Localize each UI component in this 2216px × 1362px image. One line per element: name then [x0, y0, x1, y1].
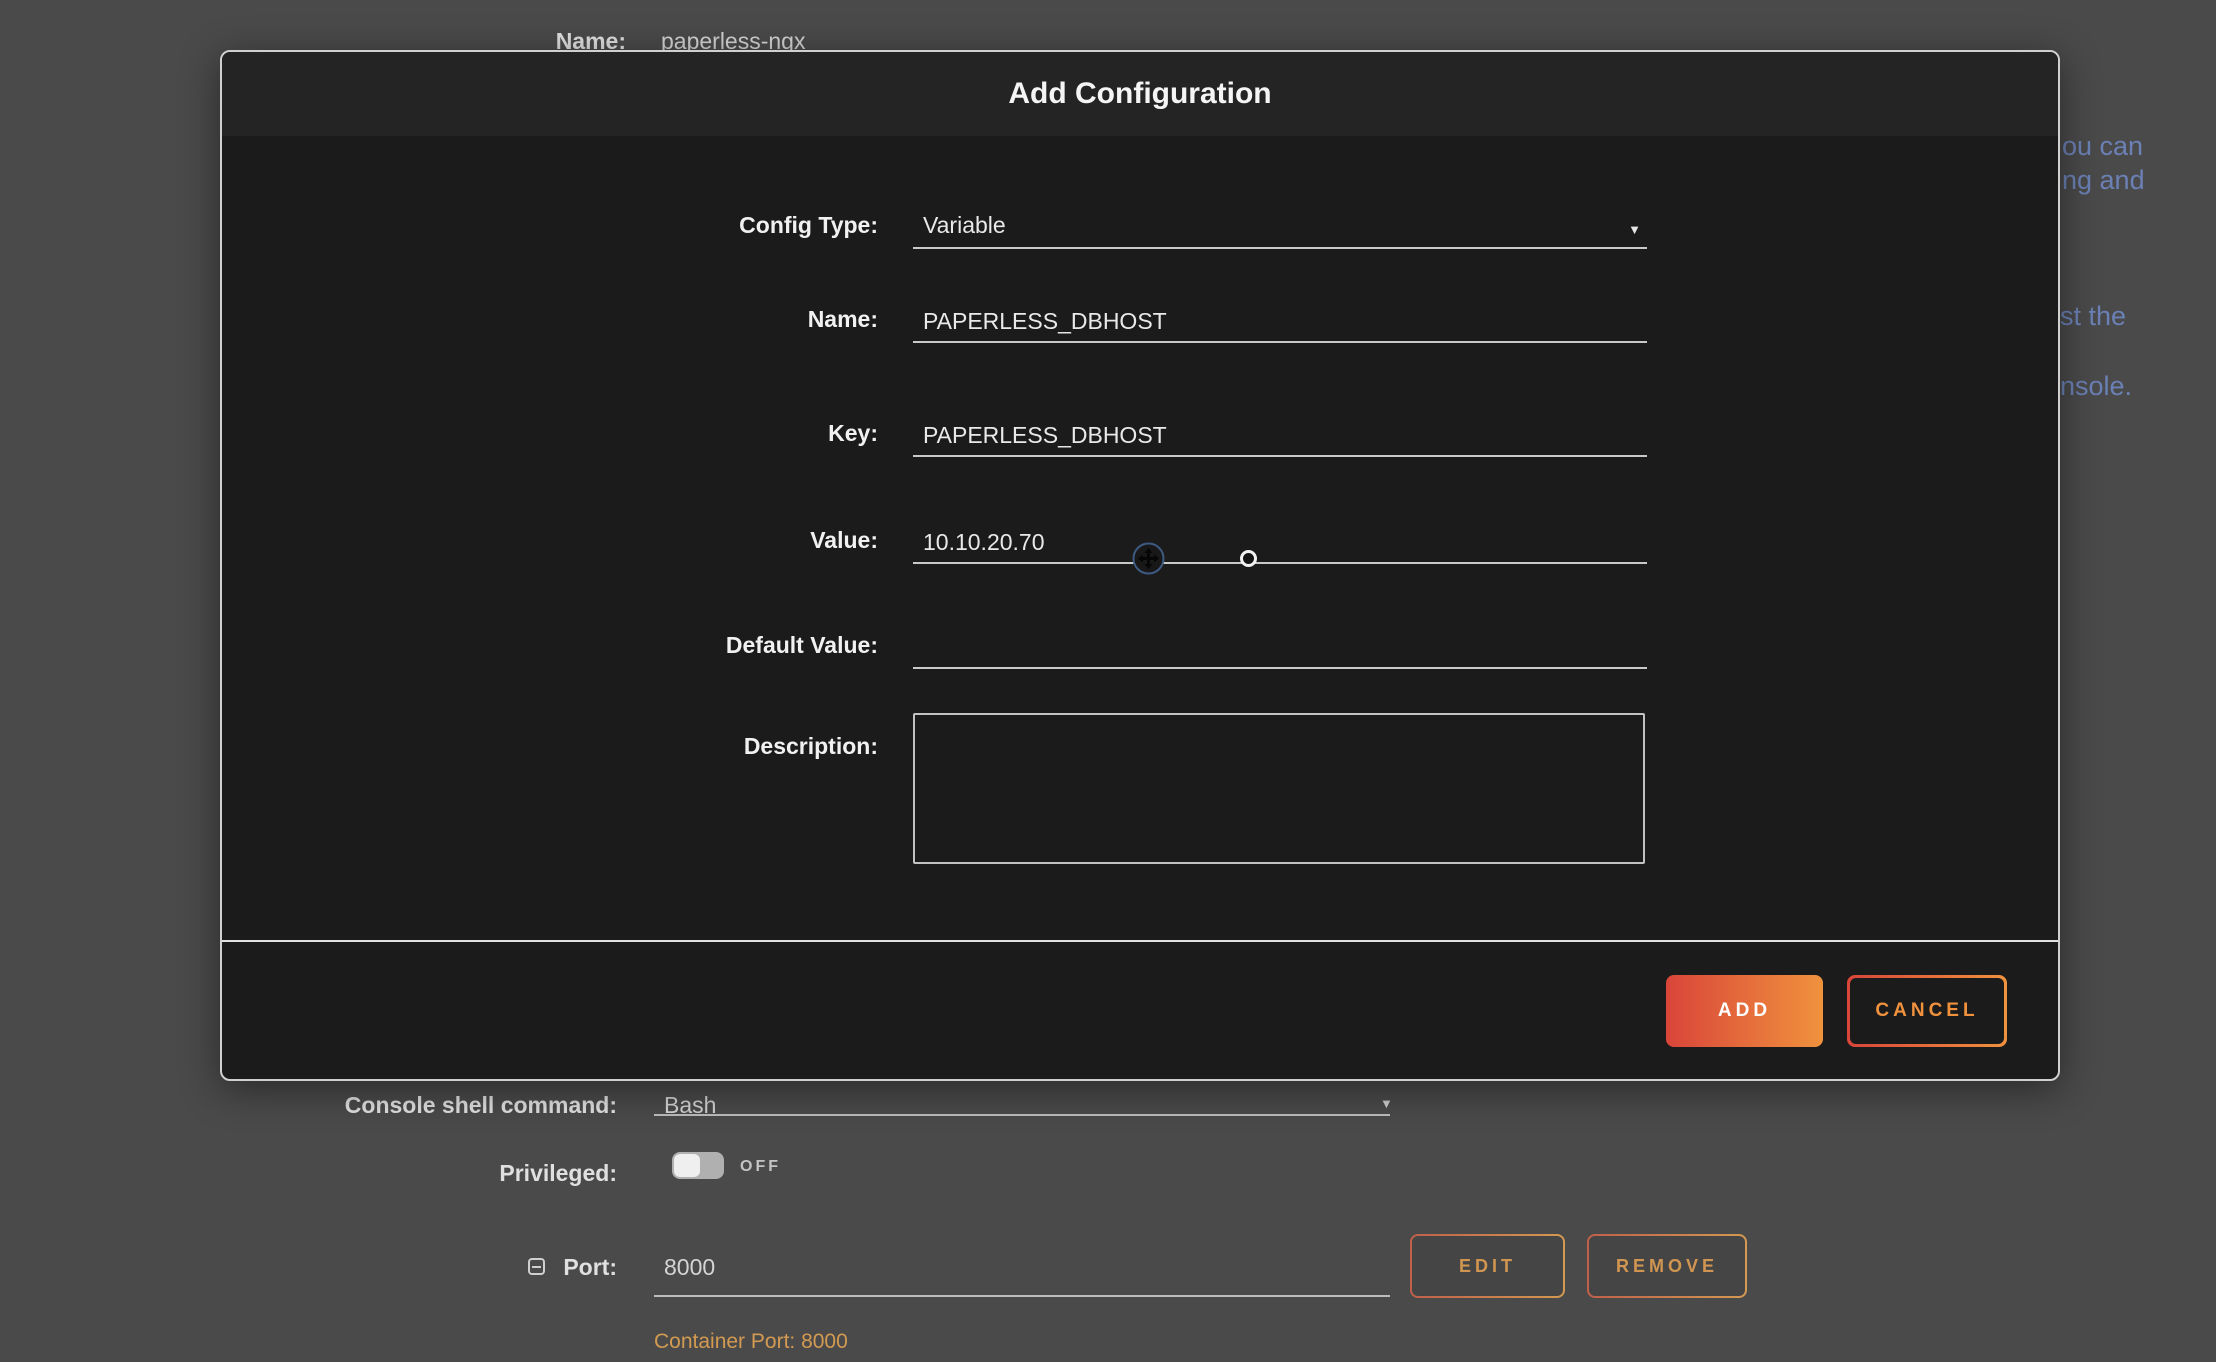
- footer-divider: [222, 940, 2058, 942]
- key-input[interactable]: [913, 411, 1647, 457]
- bg-privileged-label: Privileged:: [217, 1160, 617, 1187]
- help-text-fragment: nsole.: [2060, 371, 2132, 402]
- privileged-state-label: OFF: [740, 1158, 781, 1176]
- dropdown-caret-icon: [1628, 222, 1641, 237]
- move-cursor-icon: [1132, 542, 1165, 575]
- name-input[interactable]: [913, 297, 1647, 343]
- bg-console-underline: [654, 1114, 1390, 1116]
- help-text-fragment: ou can: [2062, 131, 2143, 162]
- bg-console-caret-icon[interactable]: [1380, 1096, 1393, 1111]
- drag-point-icon: [1240, 550, 1257, 567]
- bg-port-underline: [654, 1295, 1390, 1297]
- cancel-button-label: CANCEL: [1850, 978, 2004, 1044]
- cancel-button[interactable]: CANCEL: [1847, 975, 2007, 1047]
- bg-port-label: Port:: [217, 1254, 617, 1281]
- default-value-input[interactable]: [913, 623, 1647, 669]
- default-value-row: Default Value:: [222, 623, 2060, 669]
- value-input[interactable]: [913, 518, 1647, 564]
- remove-button-label: REMOVE: [1589, 1236, 1745, 1296]
- edit-button-label: EDIT: [1412, 1236, 1563, 1296]
- dialog-header: Add Configuration: [222, 52, 2058, 136]
- default-value-label: Default Value:: [222, 632, 878, 669]
- name-row: Name:: [222, 297, 2060, 343]
- config-type-label: Config Type:: [222, 212, 878, 249]
- help-text-fragment: st the: [2060, 301, 2126, 332]
- description-textarea[interactable]: [913, 713, 1645, 864]
- name-label: Name:: [222, 306, 878, 343]
- toggle-knob: [674, 1154, 700, 1177]
- help-text-fragment: ng and: [2062, 165, 2145, 196]
- config-type-value: Variable: [923, 212, 1006, 239]
- description-label: Description:: [222, 733, 878, 770]
- config-type-select[interactable]: Variable: [913, 203, 1647, 249]
- config-type-row: Config Type: Variable: [222, 203, 2060, 249]
- privileged-toggle[interactable]: [672, 1152, 724, 1179]
- value-label: Value:: [222, 527, 878, 564]
- remove-button[interactable]: REMOVE: [1587, 1234, 1747, 1298]
- key-row: Key:: [222, 411, 2060, 457]
- key-label: Key:: [222, 420, 878, 457]
- container-port-note: Container Port: 8000: [654, 1330, 848, 1354]
- bg-console-label: Console shell command:: [217, 1092, 617, 1119]
- edit-button[interactable]: EDIT: [1410, 1234, 1565, 1298]
- add-button[interactable]: ADD: [1666, 975, 1823, 1047]
- dialog-title: Add Configuration: [1008, 77, 1271, 111]
- bg-port-value[interactable]: 8000: [664, 1254, 715, 1281]
